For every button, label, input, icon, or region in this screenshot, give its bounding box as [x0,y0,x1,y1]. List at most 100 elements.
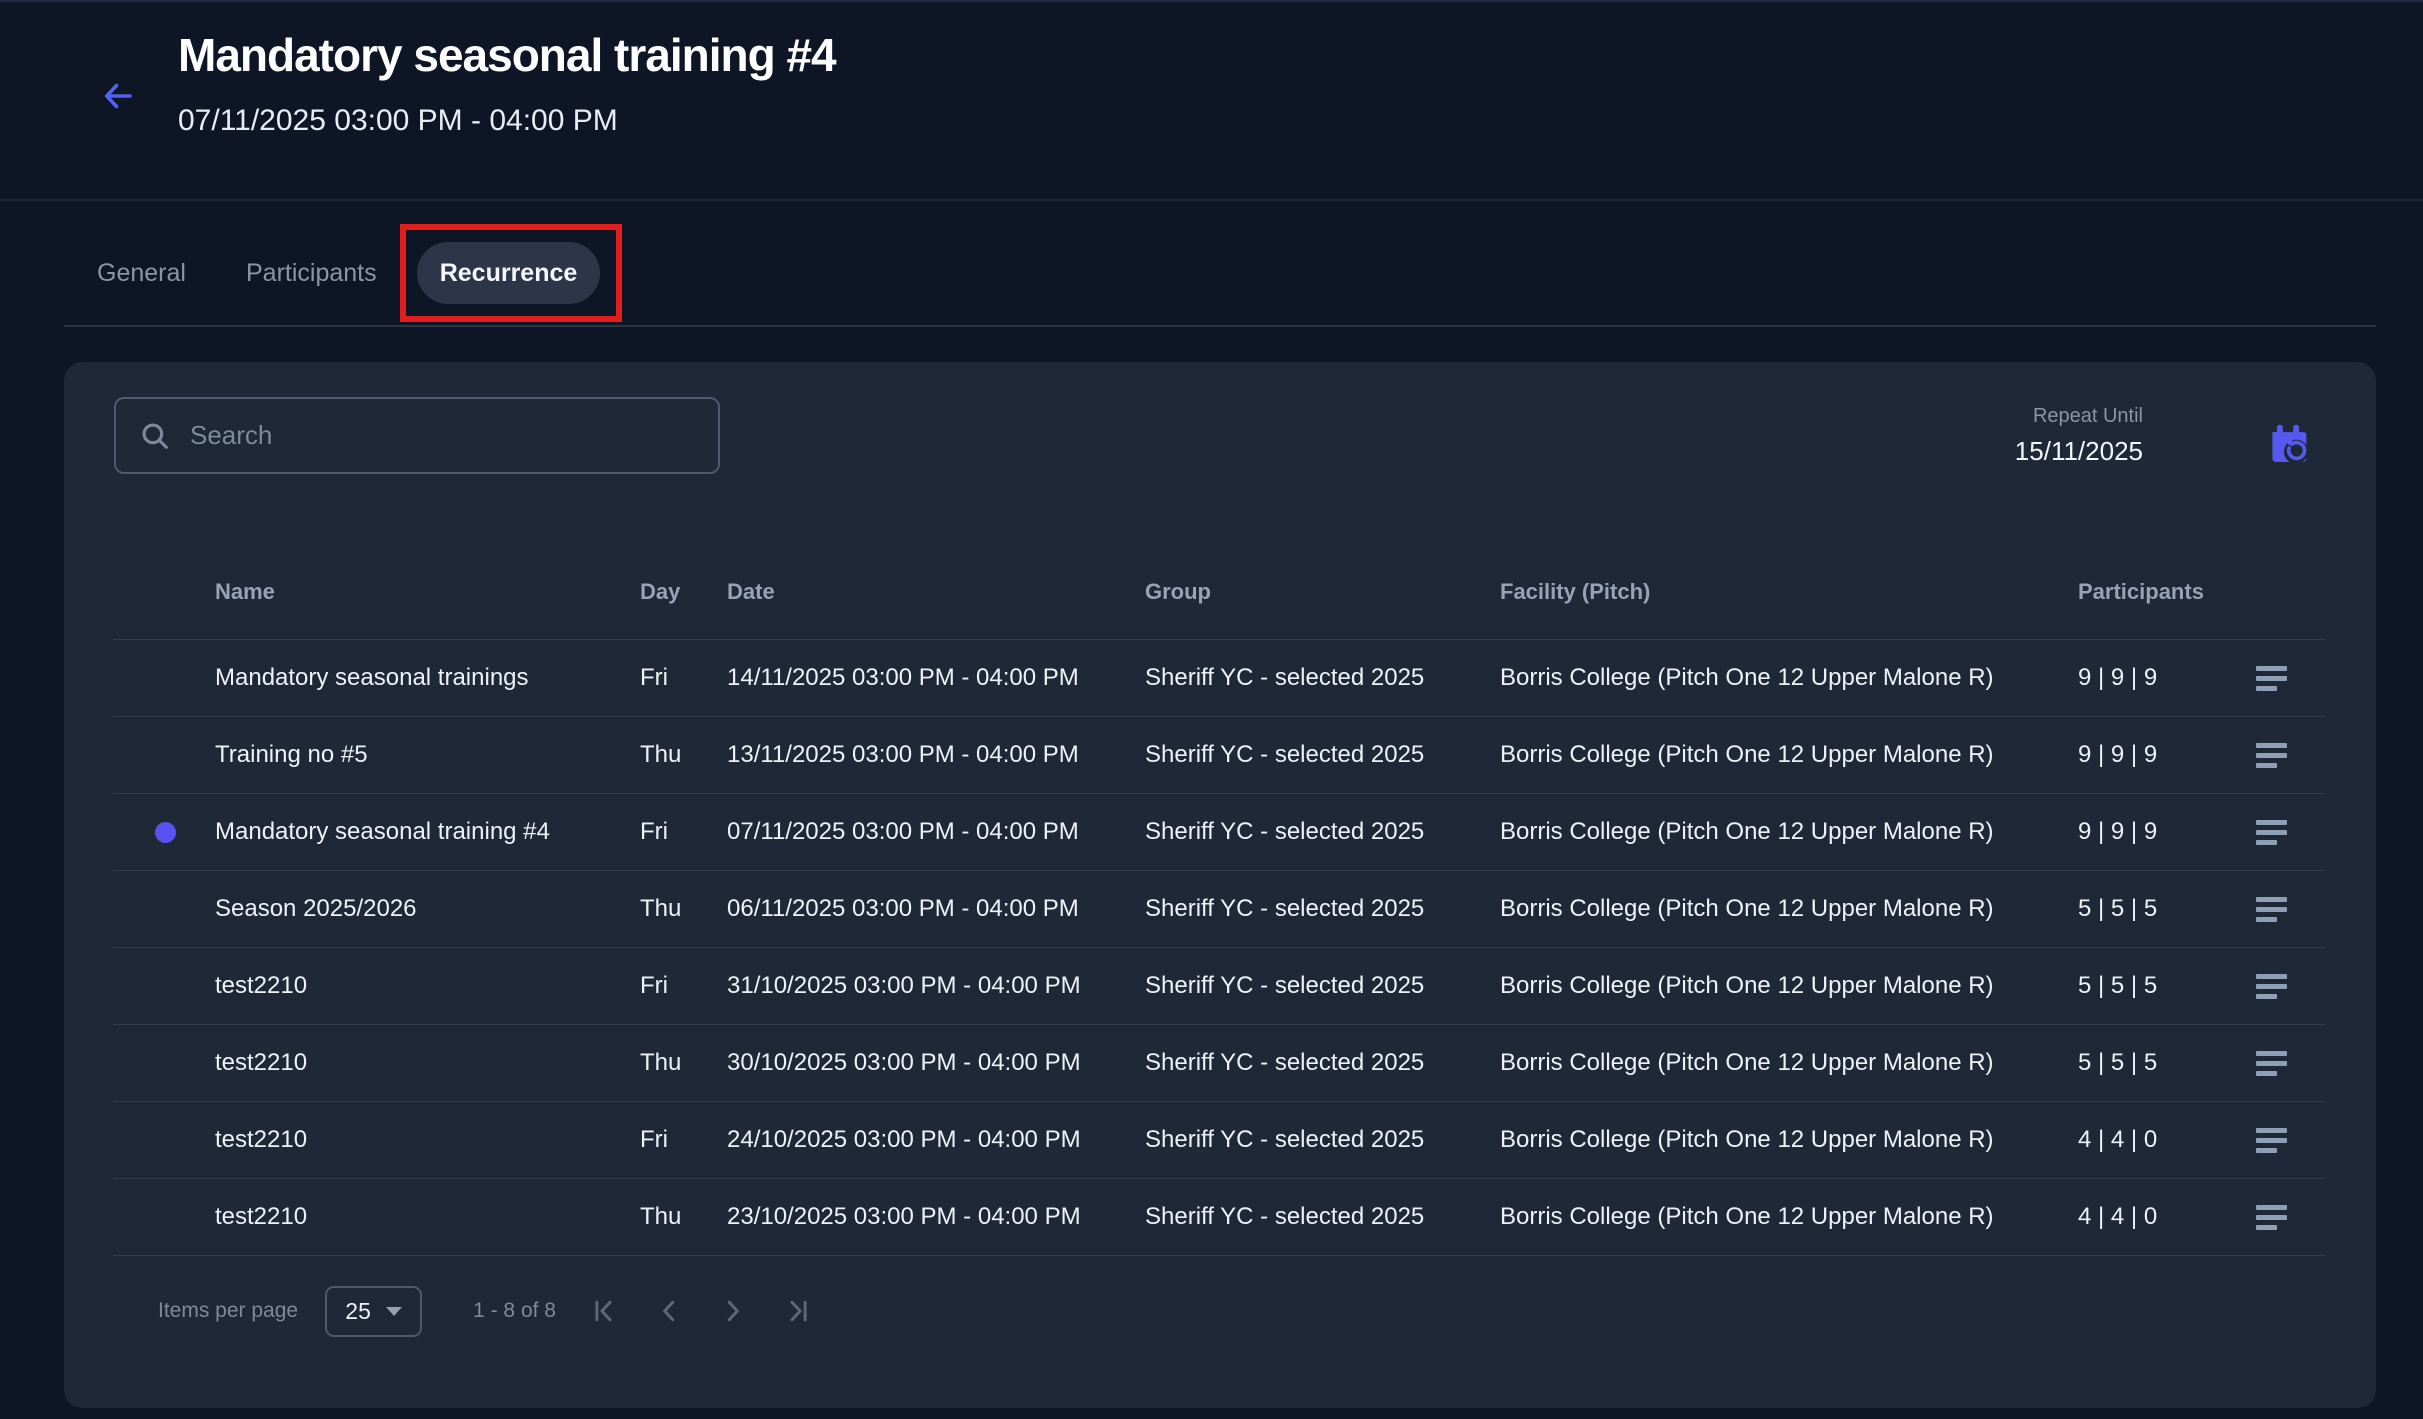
row-participants: 9 | 9 | 9 [2078,741,2230,769]
row-group: Sheriff YC - selected 2025 [1145,664,1500,692]
tabs-divider [64,325,2376,327]
search-icon [138,419,172,453]
page-size-value: 25 [345,1298,371,1325]
items-per-page-label: Items per page [158,1299,298,1323]
last-page-icon [782,1296,812,1326]
page-datetime: 07/11/2025 03:00 PM - 04:00 PM [178,104,618,138]
row-facility: Borris College (Pitch One 12 Upper Malon… [1500,972,2078,1000]
repeat-until-block: Repeat Until 15/11/2025 [2015,405,2143,467]
calendar-sync-icon [2266,422,2310,466]
column-header-name: Name [215,579,640,605]
table-row[interactable]: test2210 Fri 24/10/2025 03:00 PM - 04:00… [113,1102,2325,1179]
row-name: test2210 [215,972,640,1000]
table-row[interactable]: test2210 Thu 23/10/2025 03:00 PM - 04:00… [113,1179,2325,1256]
row-name: test2210 [215,1126,640,1154]
row-day: Thu [640,1203,727,1231]
row-group: Sheriff YC - selected 2025 [1145,741,1500,769]
repeat-until-calendar-button[interactable] [2264,420,2312,468]
row-actions-button notes-icon[interactable] [2250,968,2293,1005]
row-name: Season 2025/2026 [215,895,640,923]
tab-recurrence[interactable]: Recurrence [417,242,600,304]
row-participants: 4 | 4 | 0 [2078,1203,2230,1231]
column-header-facility: Facility (Pitch) [1500,579,2078,605]
row-actions-button notes-icon[interactable] [2250,1122,2293,1159]
column-header-day: Day [640,579,727,605]
first-page-icon [590,1296,620,1326]
page-range-label: 1 - 8 of 8 [473,1299,556,1323]
recurrence-table: Name Day Date Group Facility (Pitch) Par… [113,545,2325,1256]
search-input[interactable] [190,420,704,451]
row-participants: 5 | 5 | 5 [2078,972,2230,1000]
row-group: Sheriff YC - selected 2025 [1145,1126,1500,1154]
row-actions-button notes-icon[interactable] [2250,814,2293,851]
next-page-button[interactable] [718,1296,748,1326]
row-facility: Borris College (Pitch One 12 Upper Malon… [1500,1049,2078,1077]
row-facility: Borris College (Pitch One 12 Upper Malon… [1500,818,2078,846]
column-header-participants: Participants [2078,579,2230,605]
search-box [114,397,720,474]
row-participants: 5 | 5 | 5 [2078,895,2230,923]
previous-page-button[interactable] [654,1296,684,1326]
pagination-bar: Items per page 25 1 - 8 of 8 [158,1284,812,1338]
row-group: Sheriff YC - selected 2025 [1145,972,1500,1000]
tab-general[interactable]: General [97,242,186,304]
table-row[interactable]: Mandatory seasonal training #4 Fri 07/11… [113,794,2325,871]
previous-page-icon [654,1296,684,1326]
table-row[interactable]: Season 2025/2026 Thu 06/11/2025 03:00 PM… [113,871,2325,948]
row-name: Mandatory seasonal trainings [215,664,640,692]
header-divider [0,199,2423,201]
first-page-button[interactable] [590,1296,620,1326]
next-page-icon [718,1296,748,1326]
row-actions-button notes-icon[interactable] [2250,660,2293,697]
row-actions-button notes-icon[interactable] [2250,1045,2293,1082]
row-facility: Borris College (Pitch One 12 Upper Malon… [1500,664,2078,692]
column-header-date: Date [727,579,1145,605]
row-day: Fri [640,664,727,692]
row-participants: 9 | 9 | 9 [2078,818,2230,846]
row-name: Mandatory seasonal training #4 [215,818,640,846]
row-date: 07/11/2025 03:00 PM - 04:00 PM [727,818,1145,846]
page-size-select[interactable]: 25 [325,1286,422,1337]
caret-down-icon [386,1307,402,1316]
row-date: 23/10/2025 03:00 PM - 04:00 PM [727,1203,1145,1231]
repeat-until-value: 15/11/2025 [2015,436,2143,467]
row-day: Thu [640,1049,727,1077]
row-participants: 9 | 9 | 9 [2078,664,2230,692]
arrow-left-icon [100,78,136,114]
table-row[interactable]: test2210 Thu 30/10/2025 03:00 PM - 04:00… [113,1025,2325,1102]
row-actions-button notes-icon[interactable] [2250,737,2293,774]
repeat-until-label: Repeat Until [2015,405,2143,428]
row-day: Thu [640,895,727,923]
row-date: 06/11/2025 03:00 PM - 04:00 PM [727,895,1145,923]
row-date: 31/10/2025 03:00 PM - 04:00 PM [727,972,1145,1000]
last-page-button[interactable] [782,1296,812,1326]
row-group: Sheriff YC - selected 2025 [1145,818,1500,846]
table-row[interactable]: Mandatory seasonal trainings Fri 14/11/2… [113,640,2325,717]
page-title: Mandatory seasonal training #4 [178,28,836,82]
row-participants: 5 | 5 | 5 [2078,1049,2230,1077]
row-facility: Borris College (Pitch One 12 Upper Malon… [1500,1126,2078,1154]
column-header-group: Group [1145,579,1500,605]
row-facility: Borris College (Pitch One 12 Upper Malon… [1500,895,2078,923]
row-actions-button notes-icon[interactable] [2250,1199,2293,1236]
table-row[interactable]: Training no #5 Thu 13/11/2025 03:00 PM -… [113,717,2325,794]
row-group: Sheriff YC - selected 2025 [1145,1049,1500,1077]
row-name: test2210 [215,1203,640,1231]
row-day: Fri [640,972,727,1000]
tab-participants[interactable]: Participants [246,242,377,304]
table-header-row: Name Day Date Group Facility (Pitch) Par… [113,545,2325,640]
row-day: Fri [640,1126,727,1154]
row-facility: Borris College (Pitch One 12 Upper Malon… [1500,741,2078,769]
app-screen: Mandatory seasonal training #4 07/11/202… [0,0,2423,1419]
row-actions-button notes-icon[interactable] [2250,891,2293,928]
current-row-dot [155,822,176,843]
row-group: Sheriff YC - selected 2025 [1145,1203,1500,1231]
table-row[interactable]: test2210 Fri 31/10/2025 03:00 PM - 04:00… [113,948,2325,1025]
content-card: Repeat Until 15/11/2025 Name Day Date Gr… [64,362,2376,1408]
row-name: test2210 [215,1049,640,1077]
row-day: Thu [640,741,727,769]
row-date: 13/11/2025 03:00 PM - 04:00 PM [727,741,1145,769]
row-day: Fri [640,818,727,846]
back-button[interactable] [96,74,140,118]
row-group: Sheriff YC - selected 2025 [1145,895,1500,923]
